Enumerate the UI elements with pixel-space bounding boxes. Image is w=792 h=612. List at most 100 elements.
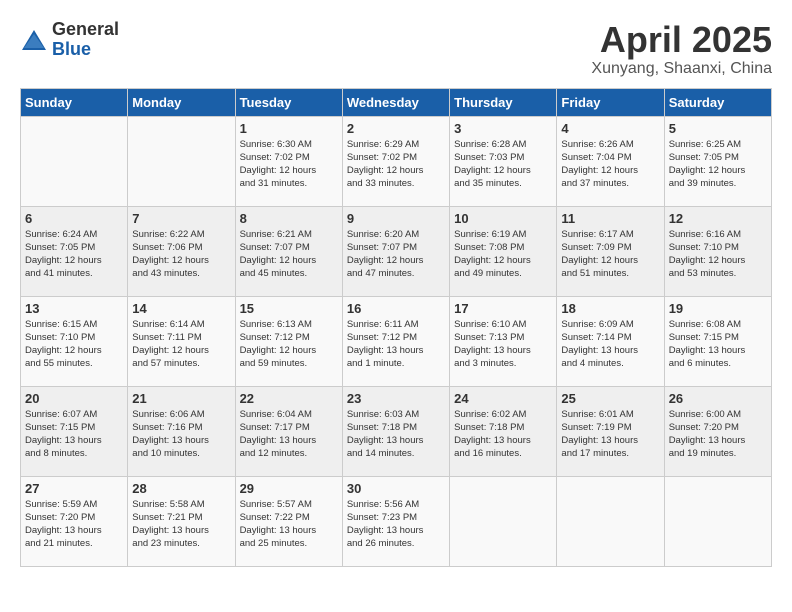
table-cell <box>557 476 664 566</box>
logo: General Blue <box>20 20 119 60</box>
day-number: 6 <box>25 211 123 226</box>
day-info: Sunrise: 6:14 AM Sunset: 7:11 PM Dayligh… <box>132 318 230 371</box>
day-info: Sunrise: 6:00 AM Sunset: 7:20 PM Dayligh… <box>669 408 767 461</box>
weekday-header-row: SundayMondayTuesdayWednesdayThursdayFrid… <box>21 88 772 116</box>
table-cell: 8 Sunrise: 6:21 AM Sunset: 7:07 PM Daylig… <box>235 206 342 296</box>
table-cell: 24 Sunrise: 6:02 AM Sunset: 7:18 PM Dayli… <box>450 386 557 476</box>
day-number: 16 <box>347 301 445 316</box>
day-info: Sunrise: 6:20 AM Sunset: 7:07 PM Dayligh… <box>347 228 445 281</box>
day-info: Sunrise: 6:08 AM Sunset: 7:15 PM Dayligh… <box>669 318 767 371</box>
table-cell <box>450 476 557 566</box>
weekday-header-thursday: Thursday <box>450 88 557 116</box>
table-cell: 2 Sunrise: 6:29 AM Sunset: 7:02 PM Daylig… <box>342 116 449 206</box>
day-number: 19 <box>669 301 767 316</box>
table-cell <box>128 116 235 206</box>
week-row-2: 6 Sunrise: 6:24 AM Sunset: 7:05 PM Daylig… <box>21 206 772 296</box>
logo-text: General Blue <box>52 20 119 60</box>
day-info: Sunrise: 6:16 AM Sunset: 7:10 PM Dayligh… <box>669 228 767 281</box>
day-number: 20 <box>25 391 123 406</box>
day-number: 4 <box>561 121 659 136</box>
weekday-header-tuesday: Tuesday <box>235 88 342 116</box>
day-info: Sunrise: 6:19 AM Sunset: 7:08 PM Dayligh… <box>454 228 552 281</box>
title-block: April 2025 Xunyang, Shaanxi, China <box>591 20 772 78</box>
day-info: Sunrise: 6:03 AM Sunset: 7:18 PM Dayligh… <box>347 408 445 461</box>
table-cell: 12 Sunrise: 6:16 AM Sunset: 7:10 PM Dayli… <box>664 206 771 296</box>
logo-icon <box>20 26 48 54</box>
week-row-4: 20Sunrise: 6:07 AM Sunset: 7:15 PM Dayli… <box>21 386 772 476</box>
day-info: Sunrise: 6:17 AM Sunset: 7:09 PM Dayligh… <box>561 228 659 281</box>
day-info: Sunrise: 6:26 AM Sunset: 7:04 PM Dayligh… <box>561 138 659 191</box>
day-number: 7 <box>132 211 230 226</box>
day-number: 14 <box>132 301 230 316</box>
table-cell: 5 Sunrise: 6:25 AM Sunset: 7:05 PM Daylig… <box>664 116 771 206</box>
location: Xunyang, Shaanxi, China <box>591 60 772 78</box>
day-number: 27 <box>25 481 123 496</box>
day-number: 9 <box>347 211 445 226</box>
day-number: 2 <box>347 121 445 136</box>
table-cell: 11Sunrise: 6:17 AM Sunset: 7:09 PM Dayli… <box>557 206 664 296</box>
table-cell: 10 Sunrise: 6:19 AM Sunset: 7:08 PM Dayli… <box>450 206 557 296</box>
table-cell: 28 Sunrise: 5:58 AM Sunset: 7:21 PM Dayli… <box>128 476 235 566</box>
logo-general: General <box>52 20 119 40</box>
day-info: Sunrise: 6:21 AM Sunset: 7:07 PM Dayligh… <box>240 228 338 281</box>
table-cell: 19 Sunrise: 6:08 AM Sunset: 7:15 PM Dayli… <box>664 296 771 386</box>
day-number: 17 <box>454 301 552 316</box>
day-number: 3 <box>454 121 552 136</box>
table-cell: 13 Sunrise: 6:15 AM Sunset: 7:10 PM Dayli… <box>21 296 128 386</box>
day-info: Sunrise: 6:25 AM Sunset: 7:05 PM Dayligh… <box>669 138 767 191</box>
day-number: 29 <box>240 481 338 496</box>
day-number: 1 <box>240 121 338 136</box>
table-cell: 22Sunrise: 6:04 AM Sunset: 7:17 PM Dayli… <box>235 386 342 476</box>
day-info: Sunrise: 6:01 AM Sunset: 7:19 PM Dayligh… <box>561 408 659 461</box>
month-title: April 2025 <box>591 20 772 60</box>
week-row-5: 27 Sunrise: 5:59 AM Sunset: 7:20 PM Dayli… <box>21 476 772 566</box>
day-info: Sunrise: 6:06 AM Sunset: 7:16 PM Dayligh… <box>132 408 230 461</box>
table-cell: 6 Sunrise: 6:24 AM Sunset: 7:05 PM Daylig… <box>21 206 128 296</box>
table-cell: 16Sunrise: 6:11 AM Sunset: 7:12 PM Dayli… <box>342 296 449 386</box>
day-info: Sunrise: 5:57 AM Sunset: 7:22 PM Dayligh… <box>240 498 338 551</box>
day-info: Sunrise: 6:24 AM Sunset: 7:05 PM Dayligh… <box>25 228 123 281</box>
day-info: Sunrise: 5:58 AM Sunset: 7:21 PM Dayligh… <box>132 498 230 551</box>
day-number: 5 <box>669 121 767 136</box>
day-info: Sunrise: 6:15 AM Sunset: 7:10 PM Dayligh… <box>25 318 123 371</box>
day-info: Sunrise: 5:59 AM Sunset: 7:20 PM Dayligh… <box>25 498 123 551</box>
table-cell: 27 Sunrise: 5:59 AM Sunset: 7:20 PM Dayli… <box>21 476 128 566</box>
day-number: 8 <box>240 211 338 226</box>
weekday-header-monday: Monday <box>128 88 235 116</box>
day-number: 24 <box>454 391 552 406</box>
day-number: 13 <box>25 301 123 316</box>
day-number: 23 <box>347 391 445 406</box>
table-cell: 21Sunrise: 6:06 AM Sunset: 7:16 PM Dayli… <box>128 386 235 476</box>
day-info: Sunrise: 6:22 AM Sunset: 7:06 PM Dayligh… <box>132 228 230 281</box>
day-info: Sunrise: 6:29 AM Sunset: 7:02 PM Dayligh… <box>347 138 445 191</box>
weekday-header-wednesday: Wednesday <box>342 88 449 116</box>
day-number: 30 <box>347 481 445 496</box>
logo-blue: Blue <box>52 40 119 60</box>
day-number: 10 <box>454 211 552 226</box>
calendar-table: SundayMondayTuesdayWednesdayThursdayFrid… <box>20 88 772 567</box>
week-row-3: 13 Sunrise: 6:15 AM Sunset: 7:10 PM Dayli… <box>21 296 772 386</box>
day-number: 28 <box>132 481 230 496</box>
table-cell <box>664 476 771 566</box>
day-number: 26 <box>669 391 767 406</box>
table-cell: 20Sunrise: 6:07 AM Sunset: 7:15 PM Dayli… <box>21 386 128 476</box>
table-cell: 14 Sunrise: 6:14 AM Sunset: 7:11 PM Dayli… <box>128 296 235 386</box>
day-number: 25 <box>561 391 659 406</box>
table-cell: 15 Sunrise: 6:13 AM Sunset: 7:12 PM Dayli… <box>235 296 342 386</box>
week-row-1: 1 Sunrise: 6:30 AM Sunset: 7:02 PM Daylig… <box>21 116 772 206</box>
table-cell: 4 Sunrise: 6:26 AM Sunset: 7:04 PM Daylig… <box>557 116 664 206</box>
day-info: Sunrise: 5:56 AM Sunset: 7:23 PM Dayligh… <box>347 498 445 551</box>
day-number: 12 <box>669 211 767 226</box>
weekday-header-friday: Friday <box>557 88 664 116</box>
day-number: 15 <box>240 301 338 316</box>
day-info: Sunrise: 6:02 AM Sunset: 7:18 PM Dayligh… <box>454 408 552 461</box>
day-info: Sunrise: 6:13 AM Sunset: 7:12 PM Dayligh… <box>240 318 338 371</box>
day-info: Sunrise: 6:09 AM Sunset: 7:14 PM Dayligh… <box>561 318 659 371</box>
table-cell: 3 Sunrise: 6:28 AM Sunset: 7:03 PM Daylig… <box>450 116 557 206</box>
day-info: Sunrise: 6:30 AM Sunset: 7:02 PM Dayligh… <box>240 138 338 191</box>
day-info: Sunrise: 6:10 AM Sunset: 7:13 PM Dayligh… <box>454 318 552 371</box>
table-cell: 1 Sunrise: 6:30 AM Sunset: 7:02 PM Daylig… <box>235 116 342 206</box>
table-cell: 17 Sunrise: 6:10 AM Sunset: 7:13 PM Dayli… <box>450 296 557 386</box>
day-info: Sunrise: 6:28 AM Sunset: 7:03 PM Dayligh… <box>454 138 552 191</box>
table-cell: 26 Sunrise: 6:00 AM Sunset: 7:20 PM Dayli… <box>664 386 771 476</box>
